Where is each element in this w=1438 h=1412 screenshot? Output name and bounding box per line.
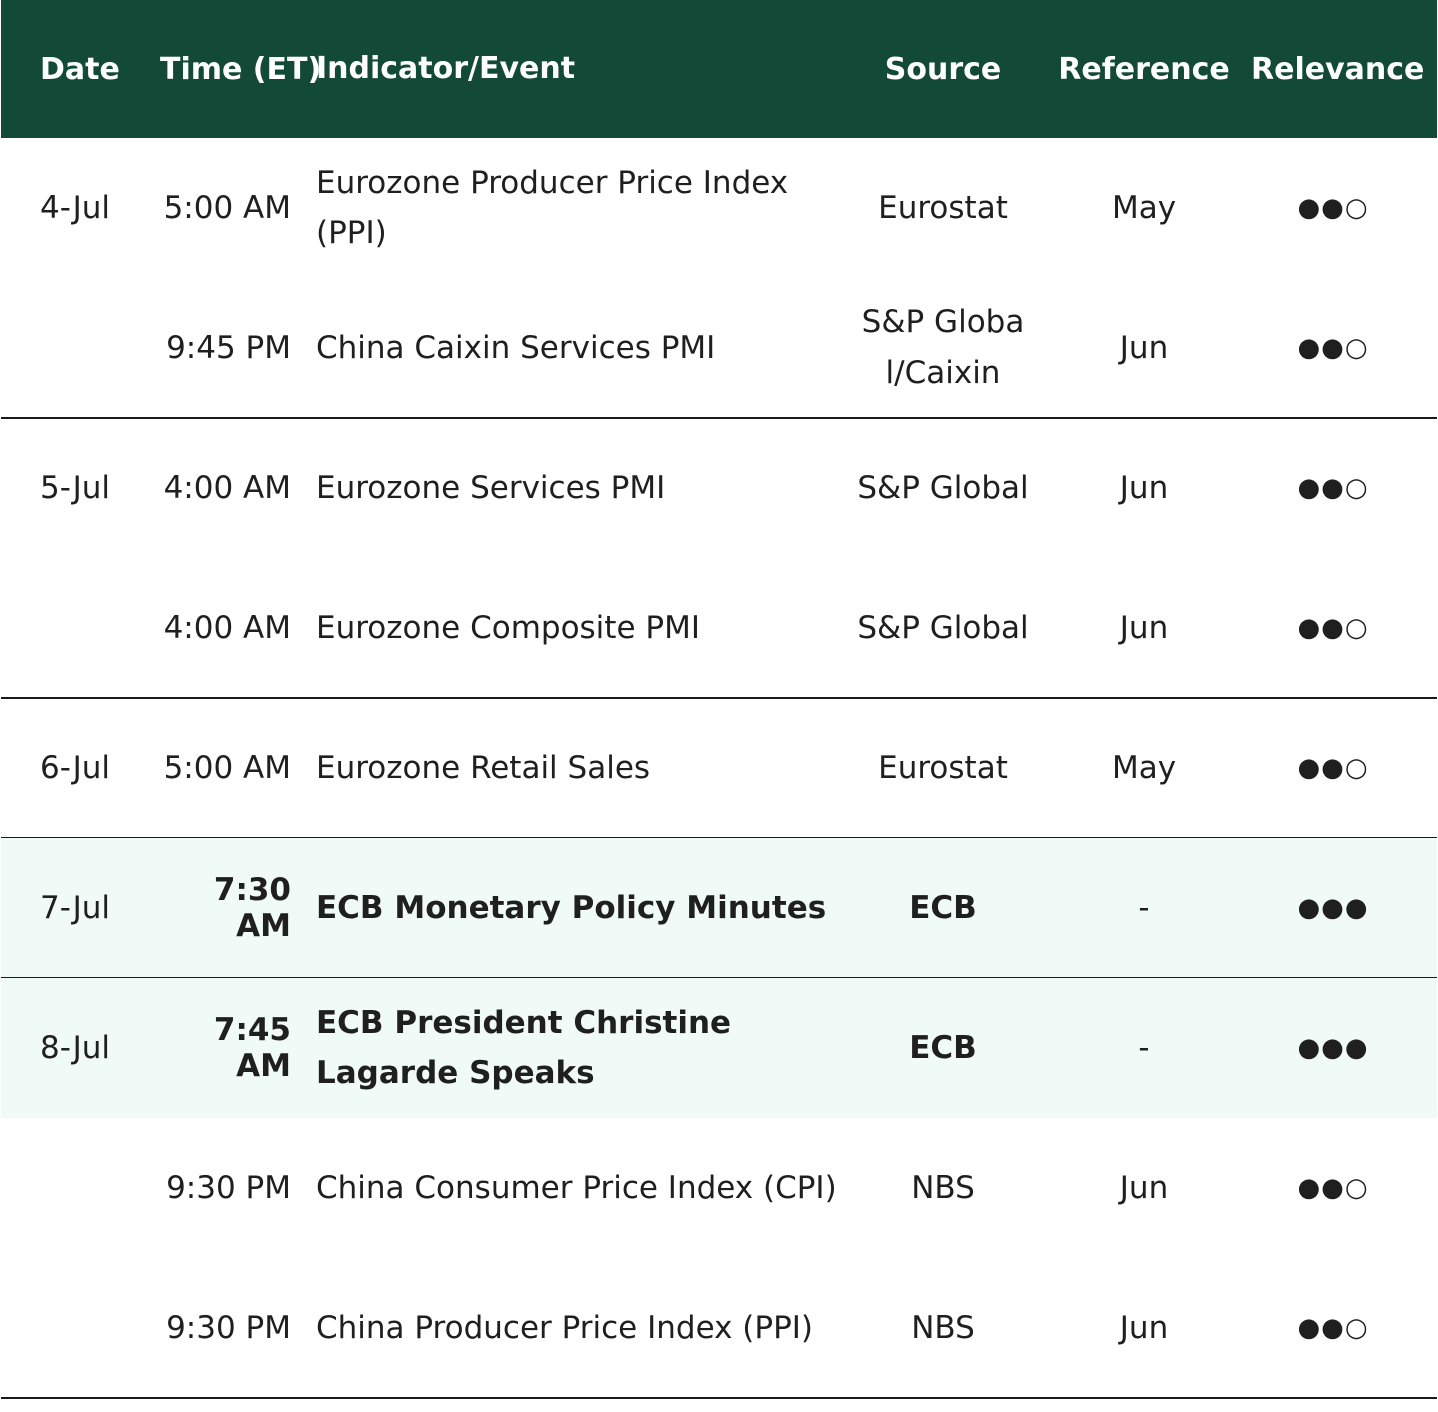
table-row-highlighted: 8-Jul 7:45 AM ECB President Christine La… — [1, 978, 1437, 1118]
row-event: China Caixin Services PMI — [316, 330, 716, 366]
row-event: Eurozone Retail Sales — [316, 750, 651, 786]
header-relevance: Relevance — [1251, 51, 1425, 87]
row-source-cell: S&P Global/Caixin — [837, 297, 1049, 399]
row-reference: - — [1138, 890, 1150, 926]
row-source: ECB — [909, 889, 977, 926]
row-reference: Jun — [1119, 1170, 1169, 1206]
row-source: S&P Global/Caixin — [861, 304, 1025, 391]
table-header: Date Time (ET) Indicator/Event Source Re… — [1, 0, 1437, 138]
table-row: 4-Jul 5:00 AM Eurozone Producer Price In… — [1, 138, 1437, 278]
relevance-dots: ●●● — [1297, 893, 1369, 923]
row-date: 5-Jul — [40, 470, 111, 506]
header-event: Indicator/Event — [316, 51, 576, 86]
table-row: 5-Jul 4:00 AM Eurozone Services PMI S&P … — [1, 418, 1437, 558]
row-event: ECB President Christine Lagarde Speaks — [316, 1005, 732, 1091]
row-event: Eurozone Producer Price Index (PPI) — [316, 165, 789, 251]
row-time: 9:30 PM — [166, 1310, 291, 1346]
relevance-dots: ●●○ — [1297, 333, 1369, 363]
row-time: 4:00 AM — [163, 610, 291, 646]
row-date: 4-Jul — [40, 190, 111, 226]
row-time: 5:00 AM — [163, 190, 291, 226]
relevance-dots: ●●● — [1297, 1033, 1369, 1063]
row-time: 7:30 AM — [213, 872, 291, 944]
row-date: 7-Jul — [40, 890, 111, 926]
row-date: 6-Jul — [40, 750, 111, 786]
relevance-dots: ●●○ — [1297, 613, 1369, 643]
row-source: S&P Global — [857, 469, 1029, 506]
row-event: Eurozone Services PMI — [316, 470, 666, 506]
row-event: Eurozone Composite PMI — [316, 610, 700, 646]
row-reference: Jun — [1119, 610, 1169, 646]
table-row: 9:30 PM China Consumer Price Index (CPI)… — [1, 1118, 1437, 1258]
table-row-highlighted: 7-Jul 7:30 AM ECB Monetary Policy Minute… — [1, 838, 1437, 979]
row-reference: May — [1111, 750, 1177, 786]
relevance-dots: ●●○ — [1297, 473, 1369, 503]
header-time: Time (ET) — [160, 51, 322, 87]
row-reference: May — [1111, 190, 1177, 226]
header-date: Date — [40, 51, 120, 87]
row-time: 9:30 PM — [166, 1170, 291, 1206]
row-time: 4:00 AM — [163, 470, 291, 506]
row-source: Eurostat — [878, 189, 1008, 226]
row-time: 9:45 PM — [166, 330, 291, 366]
row-reference: Jun — [1119, 330, 1169, 366]
row-event: China Consumer Price Index (CPI) — [316, 1170, 837, 1206]
header-reference: Reference — [1058, 51, 1230, 87]
row-source: NBS — [911, 1309, 975, 1346]
row-reference: - — [1138, 1030, 1150, 1066]
relevance-dots: ●●○ — [1297, 193, 1369, 223]
row-reference: Jun — [1119, 470, 1169, 506]
relevance-dots: ●●○ — [1297, 1173, 1369, 1203]
row-source: Eurostat — [878, 749, 1008, 786]
row-source: S&P Global — [857, 609, 1029, 646]
table-row: 9:45 PM China Caixin Services PMI S&P Gl… — [1, 278, 1437, 419]
row-time: 7:45 AM — [213, 1012, 291, 1084]
group-divider — [1, 1397, 1437, 1399]
row-event: China Producer Price Index (PPI) — [316, 1310, 814, 1346]
row-time: 5:00 AM — [163, 750, 291, 786]
header-source: Source — [884, 51, 1002, 87]
table-row: 4:00 AM Eurozone Composite PMI S&P Globa… — [1, 558, 1437, 699]
row-date: 8-Jul — [40, 1030, 111, 1066]
relevance-dots: ●●○ — [1297, 1313, 1369, 1343]
row-event: ECB Monetary Policy Minutes — [316, 890, 827, 926]
table-row: 9:30 PM China Producer Price Index (PPI)… — [1, 1258, 1437, 1399]
economic-calendar-table: Date Time (ET) Indicator/Event Source Re… — [1, 0, 1437, 1399]
relevance-dots: ●●○ — [1297, 753, 1369, 783]
row-reference: Jun — [1119, 1310, 1169, 1346]
row-source: ECB — [909, 1029, 977, 1066]
row-source: NBS — [911, 1169, 975, 1206]
table-row: 6-Jul 5:00 AM Eurozone Retail Sales Euro… — [1, 698, 1437, 839]
